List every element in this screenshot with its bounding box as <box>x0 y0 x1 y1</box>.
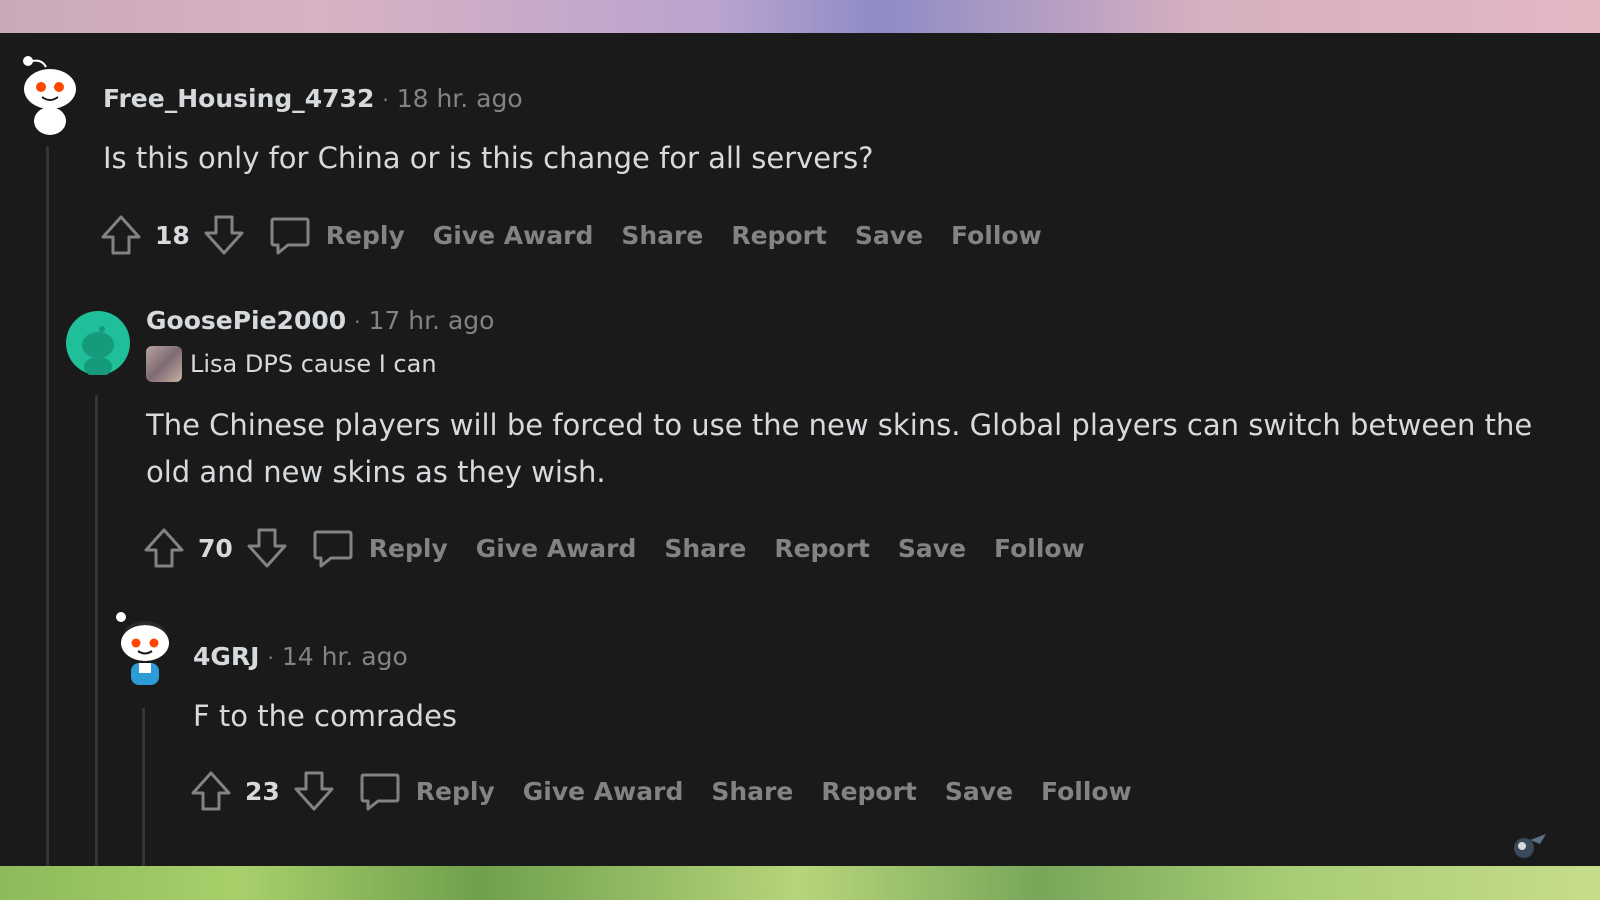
comment-actions: 18 Reply Give Award Share Report Save Fo… <box>99 213 1070 257</box>
arrow-up-icon[interactable] <box>142 526 186 570</box>
give-award-button[interactable]: Give Award <box>433 221 594 250</box>
comment-meta: Free_Housing_4732 · 18 hr. ago <box>103 84 523 113</box>
thread-line-level-2[interactable] <box>95 395 98 866</box>
share-button[interactable]: Share <box>621 221 703 250</box>
follow-button[interactable]: Follow <box>994 534 1085 563</box>
separator-dot: · <box>267 646 274 670</box>
reply-button[interactable]: Reply <box>416 777 495 806</box>
report-button[interactable]: Report <box>731 221 827 250</box>
share-button[interactable]: Share <box>664 534 746 563</box>
snoo-avatar-icon <box>116 611 169 685</box>
save-button[interactable]: Save <box>945 777 1013 806</box>
separator-dot: · <box>382 88 389 112</box>
speech-bubble-icon[interactable] <box>268 213 312 257</box>
follow-button[interactable]: Follow <box>1041 777 1132 806</box>
arrow-down-icon[interactable] <box>292 769 336 813</box>
comment-actions: 70 Reply Give Award Share Report Save Fo… <box>142 526 1113 570</box>
comment-actions: 23 Reply Give Award Share Report Save Fo… <box>189 769 1160 813</box>
comment-body: F to the comrades <box>193 699 458 733</box>
flair-emoji-icon <box>146 346 182 382</box>
username[interactable]: 4GRJ <box>193 642 259 671</box>
channel-watermark-icon <box>1510 830 1550 864</box>
snoo-avatar-icon <box>82 326 114 375</box>
arrow-down-icon[interactable] <box>202 213 246 257</box>
comment-meta: 4GRJ · 14 hr. ago <box>193 642 408 671</box>
snoo-avatar-icon <box>23 56 76 135</box>
arrow-down-icon[interactable] <box>245 526 289 570</box>
report-button[interactable]: Report <box>774 534 870 563</box>
background-artwork-bottom <box>0 866 1600 900</box>
report-button[interactable]: Report <box>821 777 917 806</box>
background-artwork-top <box>0 0 1600 33</box>
follow-button[interactable]: Follow <box>951 221 1042 250</box>
username[interactable]: GoosePie2000 <box>146 306 346 335</box>
comment-body: The Chinese players will be forced to us… <box>146 408 1533 489</box>
arrow-up-icon[interactable] <box>99 213 143 257</box>
speech-bubble-icon[interactable] <box>311 526 355 570</box>
speech-bubble-icon[interactable] <box>358 769 402 813</box>
timestamp[interactable]: 14 hr. ago <box>282 642 408 671</box>
comment-meta: GoosePie2000 · 17 hr. ago <box>146 306 494 335</box>
give-award-button[interactable]: Give Award <box>523 777 684 806</box>
comment-body: Is this only for China or is this change… <box>103 141 874 175</box>
reply-button[interactable]: Reply <box>369 534 448 563</box>
username[interactable]: Free_Housing_4732 <box>103 84 374 113</box>
avatar[interactable] <box>66 311 130 375</box>
user-flair: Lisa DPS cause I can <box>146 346 437 382</box>
avatar[interactable] <box>18 55 82 135</box>
vote-score: 18 <box>155 220 190 250</box>
save-button[interactable]: Save <box>855 221 923 250</box>
comment-thread-panel: Free_Housing_4732 · 18 hr. ago Is this o… <box>0 33 1600 866</box>
timestamp[interactable]: 18 hr. ago <box>397 84 523 113</box>
timestamp[interactable]: 17 hr. ago <box>369 306 495 335</box>
vote-score: 70 <box>198 533 233 563</box>
avatar[interactable] <box>113 611 177 691</box>
thread-line-level-3[interactable] <box>142 708 145 866</box>
reply-button[interactable]: Reply <box>326 221 405 250</box>
vote-score: 23 <box>245 776 280 806</box>
give-award-button[interactable]: Give Award <box>476 534 637 563</box>
arrow-up-icon[interactable] <box>189 769 233 813</box>
thread-line-level-1[interactable] <box>46 146 49 866</box>
save-button[interactable]: Save <box>898 534 966 563</box>
share-button[interactable]: Share <box>711 777 793 806</box>
flair-text: Lisa DPS cause I can <box>190 350 437 378</box>
separator-dot: · <box>354 310 361 334</box>
